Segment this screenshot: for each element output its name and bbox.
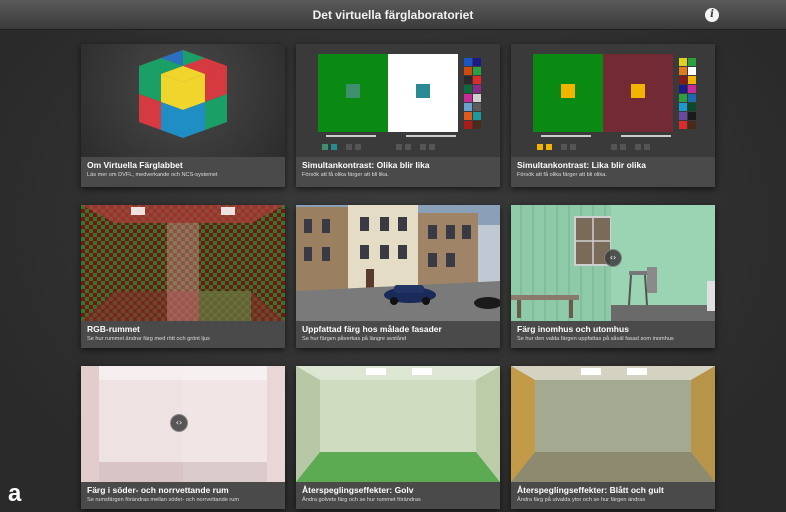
card-thumbnail: [296, 205, 500, 321]
card-caption: Om Virtuella Färglabbet Läs mer om DVFL,…: [81, 157, 285, 187]
card-thumbnail: ‹›: [511, 205, 715, 321]
card-caption: Färg i söder- och norrvettande rum Se ru…: [81, 482, 285, 509]
card-caption: Simultankontrast: Lika blir olika Försök…: [511, 157, 715, 187]
green-floor-room-image: [296, 366, 500, 482]
card-thumbnail: [296, 366, 500, 482]
card-soder-norr-rum[interactable]: ‹› Färg i söder- och norrvettande rum Se…: [81, 366, 285, 509]
compare-slider-handle[interactable]: ‹›: [604, 249, 622, 267]
card-caption: Färg inomhus och utomhus Se hur den vald…: [511, 321, 715, 348]
card-about[interactable]: Om Virtuella Färglabbet Läs mer om DVFL,…: [81, 44, 285, 187]
contrast-test-image: [533, 54, 696, 150]
card-thumbnail: [296, 44, 500, 157]
compare-slider-handle[interactable]: ‹›: [170, 414, 188, 432]
card-subtitle: Se rumsfärgen förändras mellan söder- oc…: [87, 497, 240, 503]
card-subtitle: Försök att få olika färger att bli olika…: [517, 172, 607, 178]
card-title: Återspeglingseffekter: Blått och gult: [517, 485, 664, 495]
card-malade-fasader[interactable]: Uppfattad färg hos målade fasader Se hur…: [296, 205, 500, 348]
card-simultankontrast-olika[interactable]: Simultankontrast: Olika blir lika Försök…: [296, 44, 500, 187]
card-title: Simultankontrast: Lika blir olika: [517, 160, 646, 170]
top-bar: Det virtuella färglaboratoriet i: [0, 0, 786, 30]
card-caption: Uppfattad färg hos målade fasader Se hur…: [296, 321, 500, 348]
card-title: Återspeglingseffekter: Golv: [302, 485, 414, 495]
app-title: Det virtuella färglaboratoriet: [312, 8, 474, 22]
card-thumbnail: ‹›: [81, 366, 285, 482]
card-subtitle: Försök att få olika färger att bli lika.: [302, 172, 389, 178]
card-thumbnail: [81, 205, 285, 321]
card-title: RGB-rummet: [87, 324, 140, 334]
card-subtitle: Ändra golvets färg och se hur rummet för…: [302, 497, 421, 503]
card-thumbnail: [81, 44, 285, 157]
figure-panel-label: a: [8, 480, 22, 507]
yellow-room-image: [511, 366, 715, 482]
card-rgb-rummet[interactable]: RGB-rummet Se hur rummet ändrar färg med…: [81, 205, 285, 348]
card-title: Simultankontrast: Olika blir lika: [302, 160, 430, 170]
card-aterspegling-blatt-gult[interactable]: Återspeglingseffekter: Blått och gult Än…: [511, 366, 715, 509]
card-title: Uppfattad färg hos målade fasader: [302, 324, 442, 334]
card-subtitle: Ändra färg på utvalda ytor och se hur fä…: [517, 497, 646, 503]
info-icon[interactable]: i: [705, 8, 719, 22]
card-title: Färg inomhus och utomhus: [517, 324, 629, 334]
contrast-test-image: [318, 54, 481, 150]
card-caption: Återspeglingseffekter: Golv Ändra golvet…: [296, 482, 500, 509]
card-title: Färg i söder- och norrvettande rum: [87, 485, 229, 495]
card-caption: Simultankontrast: Olika blir lika Försök…: [296, 157, 500, 187]
card-caption: RGB-rummet Se hur rummet ändrar färg med…: [81, 321, 285, 348]
card-thumbnail: [511, 44, 715, 157]
card-subtitle: Se hur rummet ändrar färg med rött och g…: [87, 336, 210, 342]
color-cube-image: [139, 50, 227, 138]
card-simultankontrast-lika[interactable]: Simultankontrast: Lika blir olika Försök…: [511, 44, 715, 187]
card-title: Om Virtuella Färglabbet: [87, 160, 183, 170]
facade-street-image: [296, 205, 500, 321]
card-inomhus-utomhus[interactable]: ‹› Färg inomhus och utomhus Se hur den v…: [511, 205, 715, 348]
card-subtitle: Läs mer om DVFL, medverkande och NCS-sys…: [87, 172, 218, 178]
tile-grid: Om Virtuella Färglabbet Läs mer om DVFL,…: [0, 31, 786, 512]
card-subtitle: Se hur den valda färgen uppfattas på såv…: [517, 336, 674, 342]
card-subtitle: Se hur färgen påverkas på längre avstånd: [302, 336, 407, 342]
card-caption: Återspeglingseffekter: Blått och gult Än…: [511, 482, 715, 509]
card-thumbnail: [511, 366, 715, 482]
rgb-room-image: [81, 205, 285, 321]
card-aterspegling-golv[interactable]: Återspeglingseffekter: Golv Ändra golvet…: [296, 366, 500, 509]
